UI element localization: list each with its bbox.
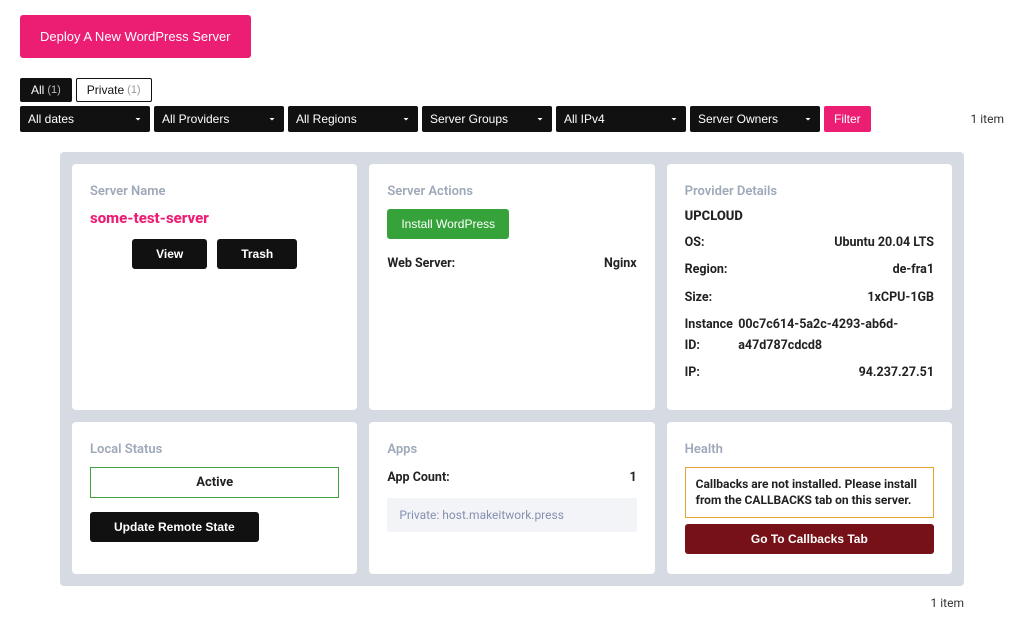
go-to-callbacks-tab-button[interactable]: Go To Callbacks Tab: [685, 524, 934, 554]
card-title: Health: [685, 442, 934, 457]
card-title: Local Status: [90, 442, 339, 457]
webserver-label: Web Server:: [387, 253, 455, 274]
item-count-bottom: 1 item: [20, 596, 964, 610]
size-label: Size:: [685, 287, 713, 308]
filter-regions[interactable]: All Regions: [288, 106, 418, 132]
card-local-status: Local Status Active Update Remote State: [72, 422, 357, 575]
webserver-value: Nginx: [604, 253, 637, 274]
server-cards-container: Server Name some-test-server View Trash …: [60, 152, 964, 586]
provider-name: UPCLOUD: [685, 209, 934, 224]
filter-ipv4[interactable]: All IPv4: [556, 106, 686, 132]
ip-value: 94.237.27.51: [859, 362, 934, 383]
deploy-new-server-button[interactable]: Deploy A New WordPress Server: [20, 15, 251, 58]
health-warning: Callbacks are not installed. Please inst…: [685, 467, 934, 519]
card-title: Provider Details: [685, 184, 934, 199]
os-label: OS:: [685, 232, 705, 253]
card-health: Health Callbacks are not installed. Plea…: [667, 422, 952, 575]
trash-button[interactable]: Trash: [217, 239, 297, 269]
ip-label: IP:: [685, 362, 700, 383]
item-count-top: 1 item: [971, 112, 1004, 126]
card-server-actions: Server Actions Install WordPress Web Ser…: [369, 164, 654, 410]
card-title: Server Actions: [387, 184, 636, 199]
status-active: Active: [90, 467, 339, 498]
size-value: 1xCPU-1GB: [867, 287, 934, 308]
card-apps: Apps App Count: 1 Private: host.makeitwo…: [369, 422, 654, 575]
server-name: some-test-server: [90, 209, 339, 227]
tab-all[interactable]: All (1): [20, 78, 72, 102]
install-wordpress-button[interactable]: Install WordPress: [387, 209, 509, 239]
card-title: Server Name: [90, 184, 339, 199]
app-count-label: App Count:: [387, 467, 449, 488]
filter-server-owners[interactable]: Server Owners: [690, 106, 820, 132]
filter-button[interactable]: Filter: [824, 106, 871, 132]
region-value: de-fra1: [893, 259, 934, 280]
tab-count: (1): [127, 84, 140, 96]
update-remote-state-button[interactable]: Update Remote State: [90, 512, 259, 542]
region-label: Region:: [685, 259, 728, 280]
filter-providers[interactable]: All Providers: [154, 106, 284, 132]
filter-dates[interactable]: All dates: [20, 106, 150, 132]
instance-id-value: 00c7c614-5a2c-4293-ab6d-a47d787cdcd8: [738, 314, 934, 357]
card-provider-details: Provider Details UPCLOUD OS: Ubuntu 20.04…: [667, 164, 952, 410]
card-title: Apps: [387, 442, 636, 457]
tab-private[interactable]: Private (1): [76, 78, 152, 102]
tab-count: (1): [47, 84, 60, 96]
filter-tabs: All (1) Private (1): [20, 78, 1004, 102]
os-value: Ubuntu 20.04 LTS: [834, 232, 934, 253]
app-entry[interactable]: Private: host.makeitwork.press: [387, 498, 636, 532]
instance-id-label: Instance ID:: [685, 314, 739, 357]
tab-label: All: [31, 83, 44, 97]
app-count-value: 1: [629, 467, 636, 488]
card-server-name: Server Name some-test-server View Trash: [72, 164, 357, 410]
filter-server-groups[interactable]: Server Groups: [422, 106, 552, 132]
tab-label: Private: [87, 83, 124, 97]
view-button[interactable]: View: [132, 239, 207, 269]
